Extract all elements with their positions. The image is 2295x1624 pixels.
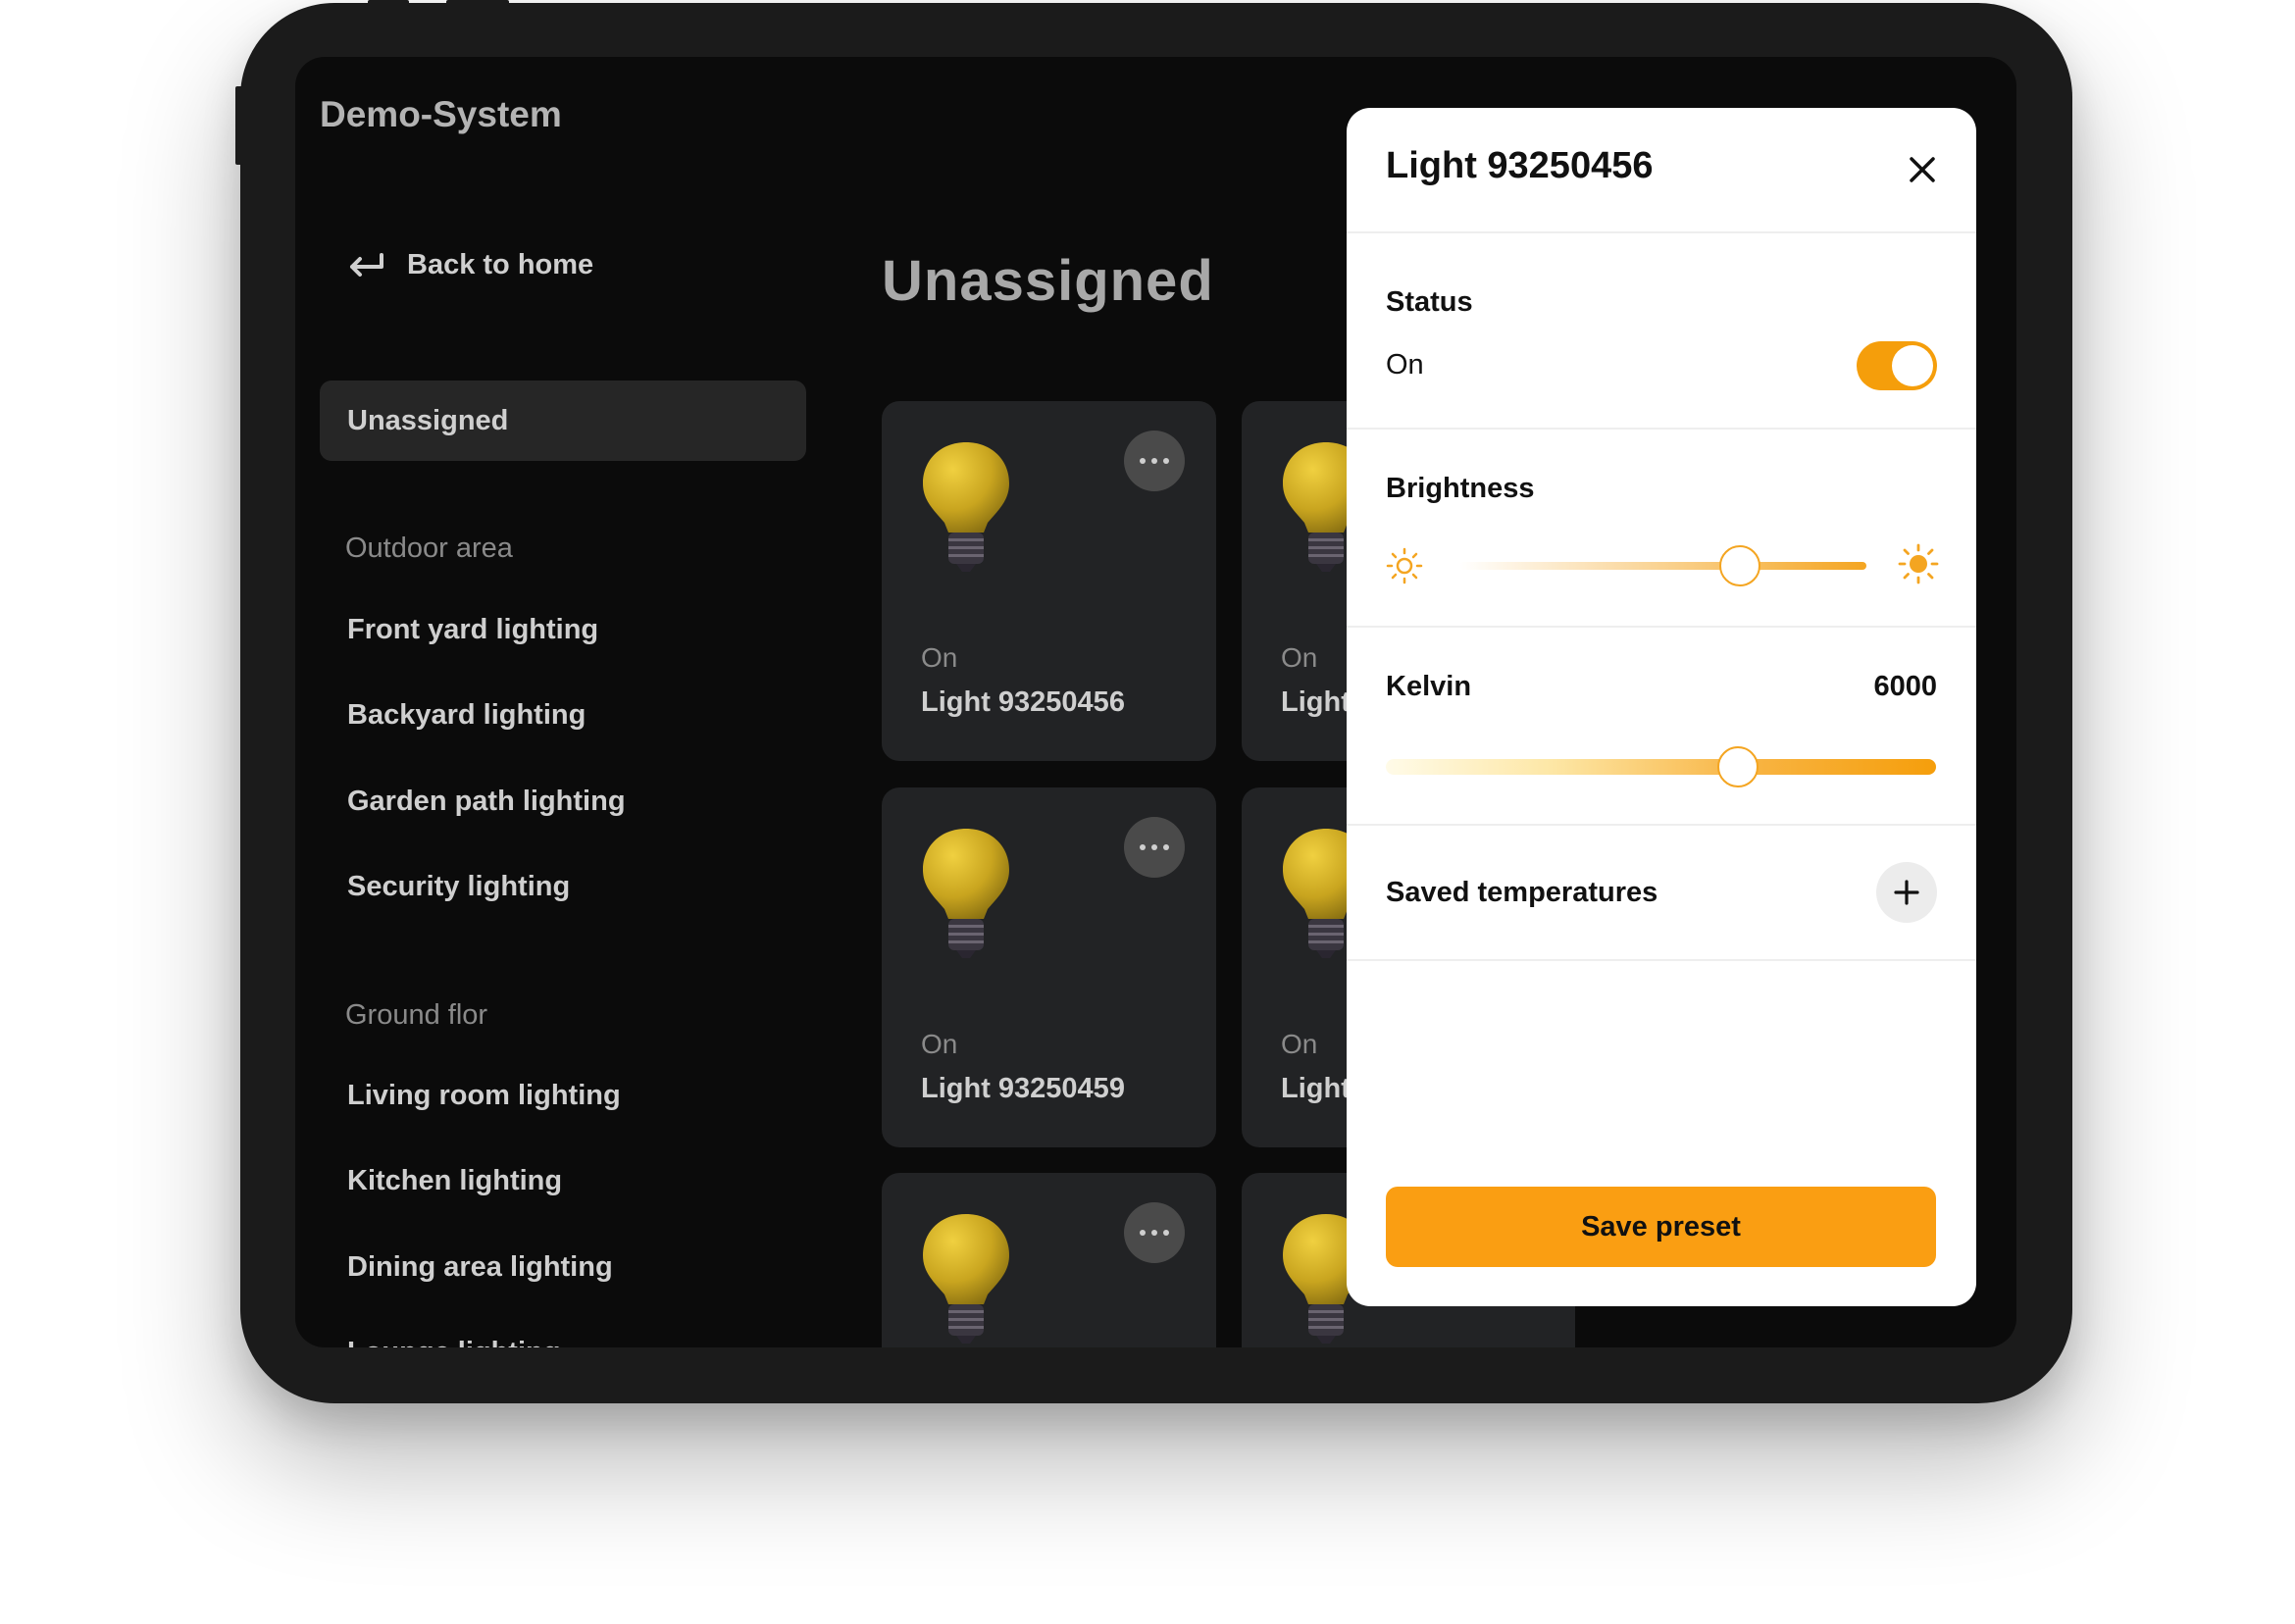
brightness-slider-thumb[interactable] bbox=[1719, 545, 1761, 586]
kelvin-value: 6000 bbox=[1873, 671, 1937, 702]
sidebar-item-garden-path[interactable]: Garden path lighting bbox=[347, 786, 626, 818]
return-arrow-icon bbox=[350, 252, 383, 277]
light-name: Light 93250459 bbox=[921, 1073, 1125, 1104]
light-name: Light 93250456 bbox=[921, 686, 1125, 718]
sidebar-group-ground-floor: Ground flor bbox=[345, 999, 488, 1031]
hardware-button bbox=[446, 0, 509, 6]
light-bulb-icon bbox=[923, 442, 1009, 572]
save-preset-button[interactable]: Save preset bbox=[1386, 1187, 1936, 1267]
sun-low-icon bbox=[1386, 547, 1423, 584]
sidebar-item-backyard[interactable]: Backyard lighting bbox=[347, 699, 586, 732]
light-card[interactable]: On Light 93250459 bbox=[882, 787, 1216, 1147]
more-options-button[interactable] bbox=[1124, 817, 1185, 878]
saved-temperatures-section: Saved temperatures bbox=[1347, 826, 1976, 961]
kelvin-label: Kelvin bbox=[1386, 671, 1472, 702]
add-temperature-button[interactable] bbox=[1876, 862, 1937, 923]
close-icon[interactable] bbox=[1908, 155, 1937, 184]
light-bulb-icon bbox=[923, 1214, 1009, 1344]
panel-title: Light 93250456 bbox=[1386, 145, 1654, 186]
kelvin-slider-thumb[interactable] bbox=[1717, 746, 1760, 787]
plus-icon bbox=[1894, 880, 1919, 905]
sidebar-item-front-yard[interactable]: Front yard lighting bbox=[347, 614, 598, 646]
status-toggle[interactable] bbox=[1857, 341, 1937, 390]
brightness-slider-track[interactable] bbox=[1459, 562, 1866, 570]
hardware-button bbox=[235, 86, 243, 165]
sidebar-item-unassigned[interactable]: Unassigned bbox=[320, 381, 806, 461]
page-title: Unassigned bbox=[882, 249, 1214, 313]
back-label: Back to home bbox=[407, 249, 594, 280]
sun-high-icon bbox=[1898, 543, 1939, 584]
light-details-panel: Light 93250456 Status On Brightness Kelv… bbox=[1347, 108, 1976, 1306]
kelvin-section: Kelvin 6000 bbox=[1347, 628, 1976, 826]
sidebar-item-lounge[interactable]: Lounge lighting bbox=[347, 1337, 560, 1347]
system-title: Demo-System bbox=[320, 94, 562, 134]
light-status: On bbox=[921, 642, 958, 673]
light-status: On bbox=[1281, 642, 1318, 673]
brightness-label: Brightness bbox=[1386, 473, 1535, 504]
status-label: Status bbox=[1386, 286, 1473, 318]
more-options-button[interactable] bbox=[1124, 431, 1185, 491]
brightness-section: Brightness bbox=[1347, 430, 1976, 628]
status-value: On bbox=[1386, 349, 1424, 381]
sidebar-item-dining-area[interactable]: Dining area lighting bbox=[347, 1251, 613, 1284]
sidebar-item-security[interactable]: Security lighting bbox=[347, 871, 570, 903]
back-to-home-link[interactable]: Back to home bbox=[346, 249, 593, 281]
saved-temperatures-label: Saved temperatures bbox=[1386, 877, 1658, 908]
light-bulb-icon bbox=[923, 829, 1009, 958]
panel-header: Light 93250456 bbox=[1347, 108, 1976, 233]
sidebar-item-living-room[interactable]: Living room lighting bbox=[347, 1080, 621, 1112]
status-section: Status On bbox=[1347, 233, 1976, 430]
sidebar-item-kitchen[interactable]: Kitchen lighting bbox=[347, 1165, 562, 1197]
more-options-button[interactable] bbox=[1124, 1202, 1185, 1263]
sidebar-group-outdoor: Outdoor area bbox=[345, 533, 513, 564]
light-status: On bbox=[1281, 1029, 1318, 1059]
light-status: On bbox=[921, 1029, 958, 1059]
kelvin-slider-track[interactable] bbox=[1386, 759, 1936, 775]
light-card[interactable]: On Light 93250456 bbox=[882, 401, 1216, 761]
light-card[interactable] bbox=[882, 1173, 1216, 1347]
hardware-button bbox=[368, 0, 409, 6]
